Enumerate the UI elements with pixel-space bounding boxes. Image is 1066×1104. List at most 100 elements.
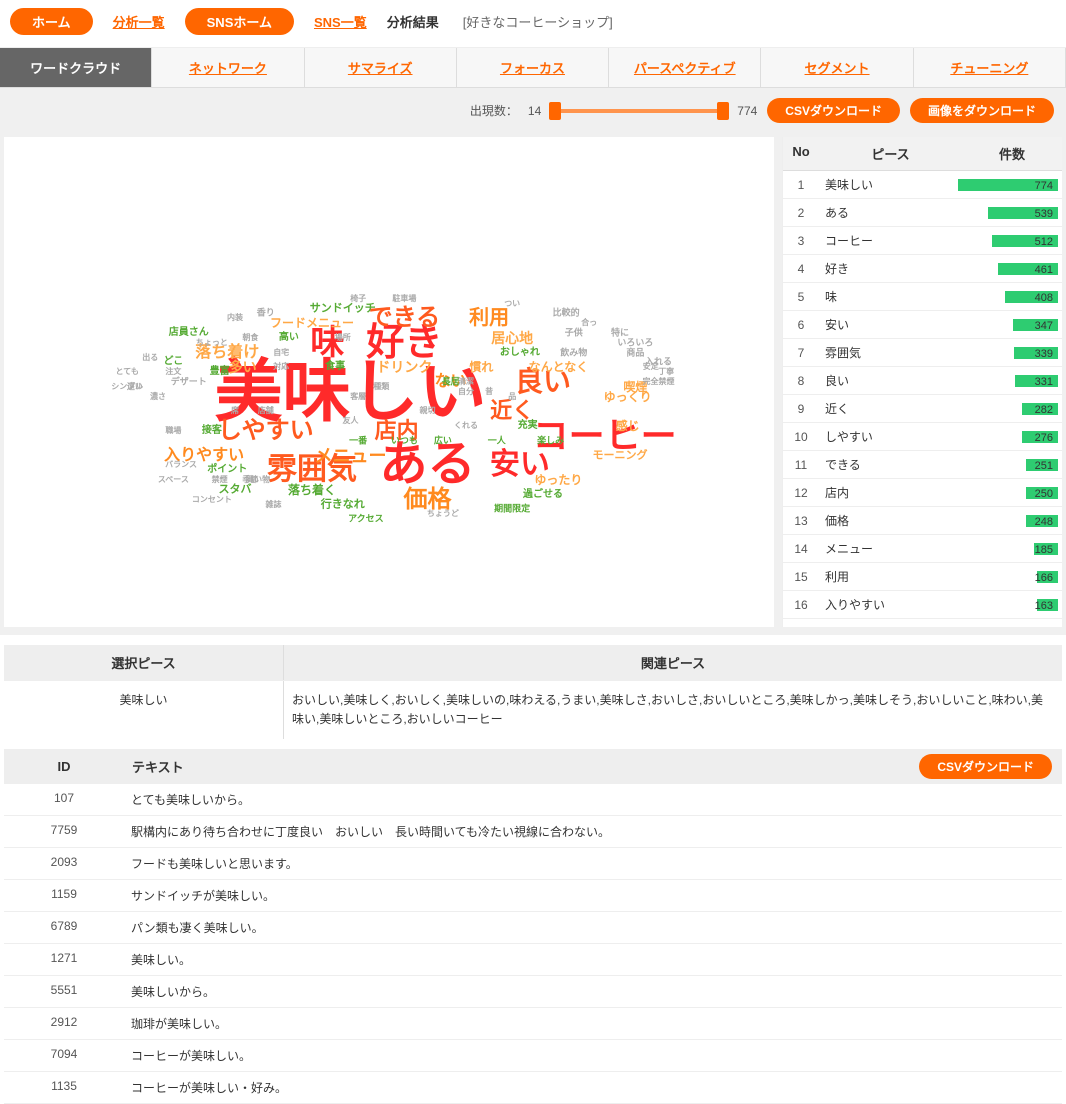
cloud-word[interactable]: いつも bbox=[391, 436, 418, 445]
cloud-word[interactable]: 丁寧 bbox=[658, 368, 674, 376]
cloud-word[interactable]: 種類 bbox=[373, 383, 389, 391]
cloud-word[interactable]: ドリンク bbox=[376, 360, 432, 374]
cloud-word[interactable]: 店員さん bbox=[169, 328, 209, 338]
cloud-word[interactable]: 友人 bbox=[343, 417, 359, 425]
text-row[interactable]: 2912珈琲が美味しい。 bbox=[4, 1008, 1062, 1040]
cloud-word[interactable]: フードメニュー bbox=[270, 317, 354, 329]
texts-csv-download-button[interactable]: CSVダウンロード bbox=[919, 754, 1052, 779]
cloud-word[interactable]: 特に bbox=[611, 329, 629, 338]
rank-row[interactable]: 4好き461 bbox=[783, 255, 1062, 283]
text-row[interactable]: 1135コーヒーが美味しい・好み。 bbox=[4, 1072, 1062, 1104]
rank-row[interactable]: 7雰囲気339 bbox=[783, 339, 1062, 367]
cloud-word[interactable]: ある bbox=[379, 441, 475, 489]
cloud-word[interactable]: とても bbox=[116, 368, 139, 376]
text-row[interactable]: 1271美味しい。 bbox=[4, 944, 1062, 976]
cloud-word[interactable]: いろいろ bbox=[617, 338, 653, 347]
cloud-word[interactable]: 内装 bbox=[227, 314, 243, 322]
cloud-word[interactable]: 利用 bbox=[469, 308, 509, 328]
cloud-word[interactable]: 合っ bbox=[581, 319, 597, 327]
cloud-word[interactable]: 味 bbox=[310, 326, 344, 360]
cloud-word[interactable]: サンドイッチ bbox=[310, 303, 376, 314]
text-row[interactable]: 7094コーヒーが美味しい。 bbox=[4, 1040, 1062, 1072]
cloud-word[interactable]: アクセス bbox=[348, 515, 384, 524]
cloud-word[interactable]: 子供 bbox=[565, 329, 583, 338]
cloud-word[interactable]: 完全禁煙 bbox=[643, 378, 675, 386]
tab-6[interactable]: チューニング bbox=[914, 48, 1066, 87]
rank-row[interactable]: 5味408 bbox=[783, 283, 1062, 311]
cloud-word[interactable]: おしゃれ bbox=[500, 348, 540, 358]
rank-row[interactable]: 10しやすい276 bbox=[783, 423, 1062, 451]
cloud-word[interactable]: 出る bbox=[142, 354, 158, 362]
tab-4[interactable]: パースペクティブ bbox=[609, 48, 761, 87]
tab-0[interactable]: ワードクラウド bbox=[0, 48, 152, 87]
sns-list-link[interactable]: SNS一覧 bbox=[314, 12, 367, 31]
cloud-word[interactable]: 比較的 bbox=[553, 309, 580, 318]
cloud-word[interactable]: 禁煙 bbox=[212, 476, 228, 484]
rank-row[interactable]: 8良い331 bbox=[783, 367, 1062, 395]
cloud-word[interactable]: つい bbox=[504, 300, 520, 308]
cloud-word[interactable]: ちょうど bbox=[427, 510, 459, 518]
analysis-list-link[interactable]: 分析一覧 bbox=[113, 12, 165, 31]
cloud-word[interactable]: 自分 bbox=[458, 388, 474, 396]
tab-3[interactable]: フォーカス bbox=[457, 48, 609, 87]
cloud-word[interactable]: ちょっと bbox=[196, 339, 228, 347]
cloud-word[interactable]: くれる bbox=[454, 422, 478, 430]
cloud-word[interactable]: 期間限定 bbox=[494, 505, 530, 514]
cloud-word[interactable]: 過ごせる bbox=[523, 490, 563, 500]
cloud-word[interactable]: 買い物 bbox=[246, 476, 270, 484]
cloud-word[interactable]: なんとなく bbox=[529, 361, 589, 373]
rank-row[interactable]: 15利用166 bbox=[783, 563, 1062, 591]
text-row[interactable]: 2093フードも美味しいと思います。 bbox=[4, 848, 1062, 880]
cloud-word[interactable]: 一番 bbox=[349, 436, 367, 445]
text-row[interactable]: 1159サンドイッチが美味しい。 bbox=[4, 880, 1062, 912]
cloud-word[interactable]: 商品 bbox=[626, 348, 644, 357]
rank-row[interactable]: 17ない162 bbox=[783, 619, 1062, 627]
home-button[interactable]: ホーム bbox=[10, 8, 93, 35]
cloud-word[interactable]: 品 bbox=[508, 393, 516, 401]
image-download-button[interactable]: 画像をダウンロード bbox=[910, 98, 1054, 123]
rank-row[interactable]: 16入りやすい163 bbox=[783, 591, 1062, 619]
cloud-word[interactable]: 場所 bbox=[335, 334, 351, 342]
cloud-word[interactable]: 安定 bbox=[643, 363, 659, 371]
appear-slider[interactable]: 14 774 bbox=[528, 104, 757, 118]
cloud-word[interactable]: 親切 bbox=[420, 407, 436, 415]
rank-row[interactable]: 11できる251 bbox=[783, 451, 1062, 479]
cloud-word[interactable]: 濃さ bbox=[150, 393, 166, 401]
cloud-word[interactable]: コンセント bbox=[192, 496, 232, 504]
text-row[interactable]: 6789パン類も凄く美味しい。 bbox=[4, 912, 1062, 944]
rank-row[interactable]: 12店内250 bbox=[783, 479, 1062, 507]
cloud-word[interactable]: 多い bbox=[229, 360, 257, 374]
cloud-word[interactable]: 職場 bbox=[165, 427, 181, 435]
cloud-word[interactable]: ポイント bbox=[207, 465, 247, 475]
cloud-word[interactable]: 席 bbox=[231, 407, 239, 415]
cloud-word[interactable]: 飲み物 bbox=[560, 348, 587, 357]
sns-home-button[interactable]: SNSホーム bbox=[185, 8, 294, 35]
cloud-word[interactable]: 近く bbox=[490, 400, 534, 422]
cloud-word[interactable]: 接客 bbox=[202, 426, 222, 436]
cloud-word[interactable]: 長居 bbox=[442, 378, 460, 387]
cloud-word[interactable]: 対応 bbox=[273, 363, 289, 371]
tab-5[interactable]: セグメント bbox=[761, 48, 913, 87]
cloud-word[interactable]: 昔 bbox=[485, 388, 493, 396]
cloud-word[interactable]: 雑誌 bbox=[266, 501, 282, 509]
cloud-word[interactable]: シンプル bbox=[111, 383, 143, 391]
cloud-word[interactable]: ゆったり bbox=[534, 474, 582, 486]
cloud-word[interactable]: 客層 bbox=[350, 393, 366, 401]
cloud-word[interactable]: 広い bbox=[434, 436, 452, 445]
cloud-word[interactable]: 価格 bbox=[404, 488, 452, 512]
cloud-word[interactable]: 楽しみ bbox=[537, 436, 564, 445]
cloud-word[interactable]: 店舗 bbox=[258, 407, 274, 415]
text-row[interactable]: 5551美味しいから。 bbox=[4, 976, 1062, 1008]
cloud-word[interactable]: 充実 bbox=[518, 421, 538, 431]
rank-row[interactable]: 3コーヒー512 bbox=[783, 227, 1062, 255]
cloud-word[interactable]: モーニング bbox=[593, 450, 648, 461]
rank-row[interactable]: 1美味しい774 bbox=[783, 171, 1062, 199]
cloud-word[interactable]: しやすい bbox=[218, 419, 314, 443]
cloud-word[interactable]: 豊富 bbox=[210, 367, 230, 377]
cloud-word[interactable]: 朝食 bbox=[242, 334, 258, 342]
cloud-word[interactable]: 清潔 bbox=[458, 378, 474, 386]
cloud-word[interactable]: 落ち着け bbox=[195, 345, 259, 361]
cloud-word[interactable]: できる bbox=[369, 306, 441, 330]
cloud-word[interactable]: 香り bbox=[257, 309, 275, 318]
rank-row[interactable]: 6安い347 bbox=[783, 311, 1062, 339]
